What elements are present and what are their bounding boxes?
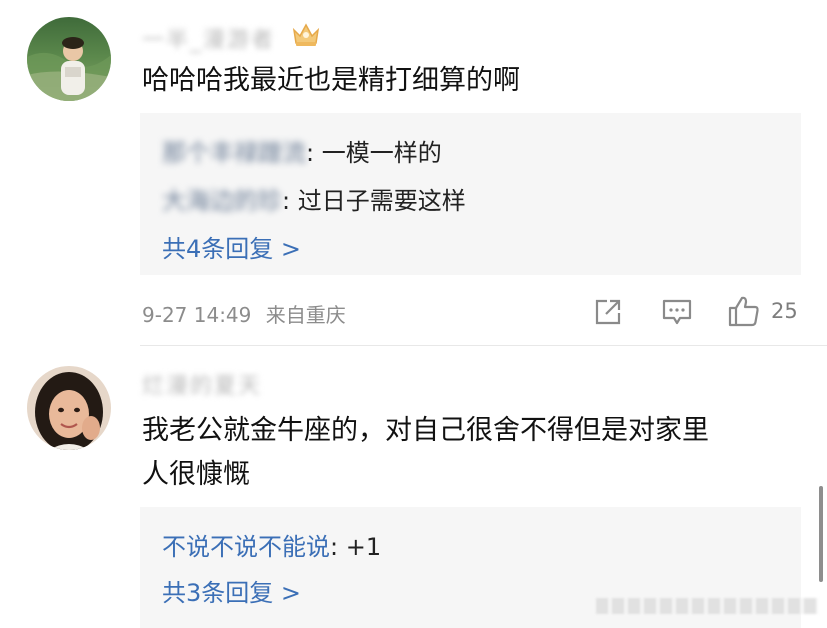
more-replies-link[interactable]: 共4条回复 > [162, 229, 301, 264]
username[interactable]: 一半_漫游者 [142, 22, 275, 54]
avatar[interactable] [27, 366, 111, 450]
comment-text: 我老公就金牛座的，对自己很舍不得但是对家里 [142, 415, 709, 446]
reply-author[interactable]: 不说不说不能说 [162, 533, 330, 561]
timestamp: 9-27 14:49 [142, 303, 252, 327]
reply-box[interactable]: 那个丰禄蹭流: 一模一样的 大海边的珍: 过日子需要这样 共4条回复 > [140, 113, 801, 275]
username[interactable]: 烂漫的夏天 [142, 368, 262, 400]
reply-item[interactable]: 不说不说不能说: +1 [162, 527, 381, 562]
more-replies-link[interactable]: 共3条回复 > [162, 573, 301, 608]
reply-text: : 过日子需要这样 [282, 187, 466, 215]
comment-text: 哈哈哈我最近也是精打细算的啊 [142, 65, 520, 96]
reply-author[interactable]: 那个丰禄蹭流 [162, 133, 306, 168]
reply-text: : 一模一样的 [306, 139, 442, 167]
like-count: 25 [771, 299, 798, 323]
reply-author[interactable]: 大海边的珍 [162, 181, 282, 216]
watermark [596, 598, 818, 614]
comment-thread: 一半_漫游者 哈哈哈我最近也是精打细算的啊 那个丰禄蹭流: 一模一样的 大海边的… [0, 0, 827, 628]
reply-text: : +1 [330, 533, 382, 561]
comment-text-line-2: 人很慷慨 [142, 459, 250, 490]
thumbs-up-icon[interactable] [727, 294, 761, 332]
avatar[interactable] [27, 17, 111, 101]
divider [140, 345, 827, 346]
crown-badge-icon [291, 20, 321, 48]
comment-meta: 9-27 14:49 来自重庆 [142, 299, 346, 328]
reply-item[interactable]: 那个丰禄蹭流: 一模一样的 [162, 133, 442, 168]
share-icon[interactable] [593, 297, 623, 331]
scrollbar[interactable] [819, 486, 823, 582]
comment-icon[interactable] [661, 297, 693, 331]
location: 来自重庆 [265, 303, 346, 327]
reply-item[interactable]: 大海边的珍: 过日子需要这样 [162, 181, 466, 216]
